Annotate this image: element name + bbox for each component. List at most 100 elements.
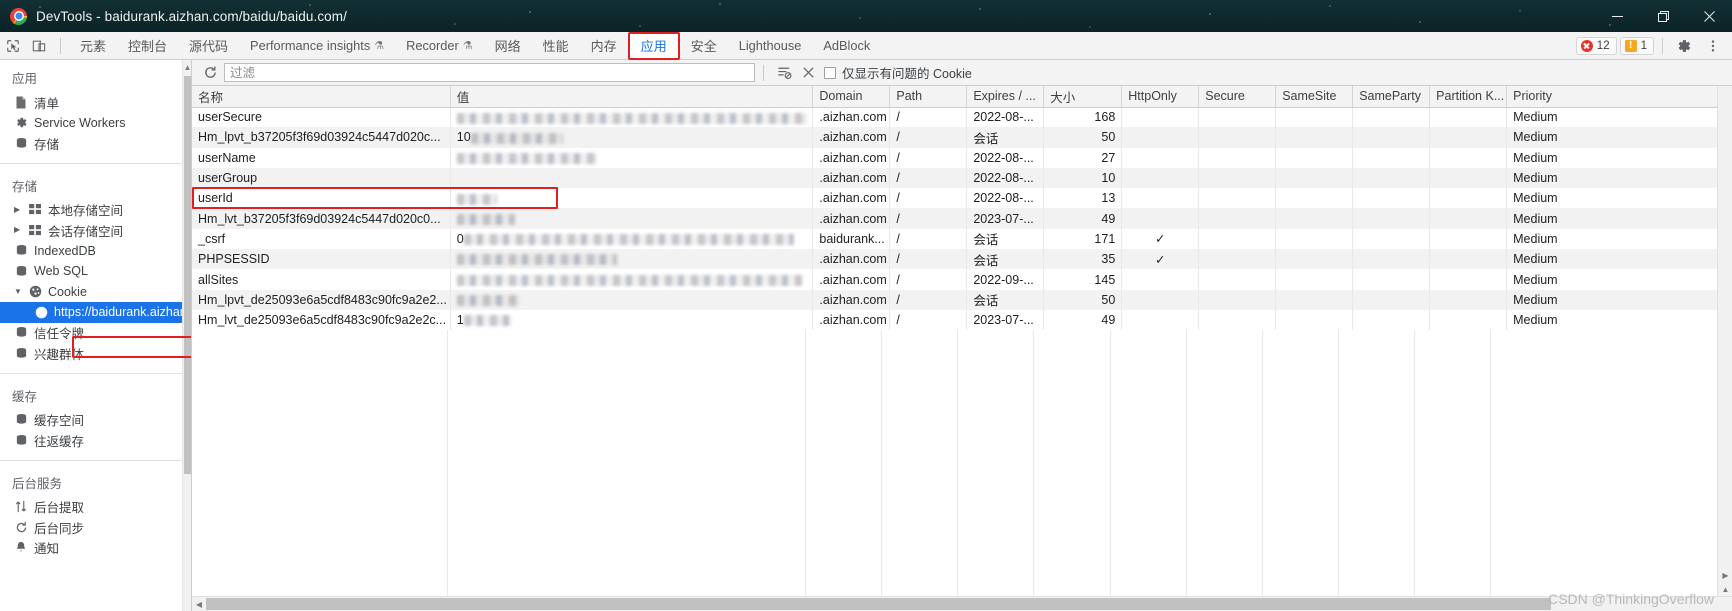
cell-expires-label: 2023-07-... xyxy=(973,313,1034,328)
sidebar-item-本地存储空间[interactable]: ▶ 本地存储空间 xyxy=(0,200,191,221)
grid-column-line xyxy=(1033,330,1034,596)
cookies-table-body: userSecure .aizhan.com / 2022-08-... 168 Medi… xyxy=(192,107,1723,331)
tab-应用[interactable]: 应用 xyxy=(627,31,680,60)
column-header-value[interactable]: 值 xyxy=(450,86,814,108)
sidebar-item-清单[interactable]: 清单 xyxy=(0,92,191,113)
cell-samesite xyxy=(1275,208,1354,229)
scroll-up-arrow-icon[interactable]: ▲ xyxy=(183,61,191,74)
clear-filter-icon[interactable] xyxy=(772,62,796,84)
scroll-down-arrow-icon[interactable]: ▲ xyxy=(1718,582,1732,596)
sidebar-item-label: Cookie xyxy=(48,284,87,299)
minimize-button[interactable] xyxy=(1594,0,1640,32)
sidebar-item-web-sql[interactable]: Web SQL xyxy=(0,261,191,282)
sidebar-item-https-baidurank-aizhan[interactable]: https://baidurank.aizhan xyxy=(0,302,191,323)
table-row[interactable]: PHPSESSID .aizhan.com / 会话 35 ✓ Medium xyxy=(192,249,1723,270)
tab-内存[interactable]: 内存 xyxy=(580,33,628,59)
column-header-name[interactable]: 名称 xyxy=(192,86,451,108)
database-icon xyxy=(14,264,28,278)
sidebar-item-label: 缓存空间 xyxy=(34,414,85,429)
column-header-size[interactable]: 大小 xyxy=(1043,86,1123,108)
column-header-domain[interactable]: Domain xyxy=(812,86,891,108)
sidebar-item-兴趣群体[interactable]: 兴趣群体 xyxy=(0,343,191,364)
tab-adblock[interactable]: AdBlock xyxy=(812,33,881,59)
warning-count-badge[interactable]: 1 xyxy=(1619,37,1654,55)
sidebar-item-后台提取[interactable]: 后台提取 xyxy=(0,497,191,518)
sidebar-item-往返缓存[interactable]: 往返缓存 xyxy=(0,430,191,451)
close-x-icon[interactable] xyxy=(796,62,820,84)
column-header-httponly[interactable]: HttpOnly xyxy=(1121,86,1200,108)
table-row[interactable]: userName .aizhan.com / 2022-08-... 27 Medium xyxy=(192,147,1723,168)
refresh-icon[interactable] xyxy=(198,62,222,84)
cell-sameparty xyxy=(1352,289,1431,310)
cookie-icon xyxy=(28,285,42,299)
sidebar-scrollbar-thumb[interactable] xyxy=(184,76,191,474)
table-row[interactable]: allSites .aizhan.com / 2022-09-... 145 Medium xyxy=(192,269,1723,290)
sidebar-item-信任令牌[interactable]: 信任令牌 xyxy=(0,323,191,344)
sidebar-item-label: IndexedDB xyxy=(34,243,96,258)
tab-控制台[interactable]: 控制台 xyxy=(117,33,178,59)
sidebar-item-cookie[interactable]: ▼ Cookie xyxy=(0,282,191,303)
table-row[interactable]: _csrf 0 baidurank... / 会话 171 ✓ Medium xyxy=(192,228,1723,250)
close-button[interactable] xyxy=(1686,0,1732,32)
chevron-right-icon[interactable]: ▶ xyxy=(14,226,22,234)
cell-priority-label: Medium xyxy=(1513,150,1558,165)
tab-performance-insights[interactable]: Performance insights ⚗ xyxy=(239,33,395,59)
column-header-expires[interactable]: Expires / ... xyxy=(966,86,1045,108)
sidebar-item-会话存储空间[interactable]: ▶ 会话存储空间 xyxy=(0,220,191,241)
tab-recorder[interactable]: Recorder ⚗ xyxy=(395,33,484,59)
tab-源代码[interactable]: 源代码 xyxy=(178,33,239,59)
tab-网络[interactable]: 网络 xyxy=(484,33,532,59)
cell-domain: .aizhan.com xyxy=(812,309,891,331)
sidebar-item-缓存空间[interactable]: 缓存空间 xyxy=(0,410,191,431)
table-row[interactable]: Hm_lvt_de25093e6a5cdf8483c90fc9a2e2c... 1… xyxy=(192,309,1723,331)
table-row[interactable]: Hm_lpvt_b37205f3f69d03924c5447d020c... 10… xyxy=(192,127,1723,148)
tab-安全[interactable]: 安全 xyxy=(680,33,728,59)
column-header-partitionkey[interactable]: Partition K... xyxy=(1429,86,1508,108)
vertical-dots-icon[interactable] xyxy=(1700,33,1726,59)
sidebar-scrollbar[interactable]: ▲ xyxy=(182,60,191,611)
search-input[interactable] xyxy=(224,63,755,82)
only-show-problems-checkbox[interactable] xyxy=(824,66,836,79)
tab-lighthouse[interactable]: Lighthouse xyxy=(728,33,813,59)
tab-元素[interactable]: 元素 xyxy=(69,33,117,59)
column-header-path[interactable]: Path xyxy=(889,86,968,108)
only-show-problems-checkbox-wrap[interactable]: 仅显示有问题的 Cookie xyxy=(824,63,972,82)
cell-size: 171 xyxy=(1043,228,1123,250)
gear-icon[interactable] xyxy=(1671,33,1697,59)
column-header-samesite[interactable]: SameSite xyxy=(1275,86,1354,108)
device-toolbar-icon[interactable] xyxy=(26,33,52,59)
scroll-right-arrow-icon[interactable]: ▶ xyxy=(1718,568,1732,582)
cell-name: userId xyxy=(192,188,451,209)
column-header-priority[interactable]: Priority xyxy=(1506,86,1723,108)
sidebar-item-service-workers[interactable]: Service Workers xyxy=(0,113,191,134)
chevron-down-icon[interactable]: ▼ xyxy=(14,287,22,296)
sidebar-item-存储[interactable]: 存储 xyxy=(0,133,191,154)
cell-httponly xyxy=(1121,309,1200,331)
column-header-secure[interactable]: Secure xyxy=(1198,86,1277,108)
horizontal-scrollbar[interactable]: ◀ xyxy=(192,596,1732,611)
sidebar-item-通知[interactable]: 通知 xyxy=(0,538,191,559)
table-row[interactable]: Hm_lvt_b37205f3f69d03924c5447d020c0... .a… xyxy=(192,208,1723,229)
inspect-cursor-icon[interactable] xyxy=(0,33,26,59)
table-row[interactable]: userGroup .aizhan.com / 2022-08-... 10 Medium xyxy=(192,167,1723,189)
column-header-sameparty[interactable]: SameParty xyxy=(1352,86,1431,108)
horizontal-scrollbar-track[interactable] xyxy=(206,597,1732,611)
horizontal-scrollbar-thumb[interactable] xyxy=(206,597,1551,610)
sidebar-item-后台同步[interactable]: 后台同步 xyxy=(0,517,191,538)
scroll-left-arrow-icon[interactable]: ◀ xyxy=(192,597,206,611)
sidebar-group-title: 缓存 xyxy=(12,389,38,404)
table-row[interactable]: Hm_lpvt_de25093e6a5cdf8483c90fc9a2e2....… xyxy=(192,289,1723,310)
cell-priority: Medium xyxy=(1506,269,1723,290)
sidebar-item-indexeddb[interactable]: IndexedDB xyxy=(0,241,191,262)
cell-samesite xyxy=(1275,147,1354,168)
error-count-badge[interactable]: 12 xyxy=(1575,37,1617,55)
table-vertical-scrollbar[interactable]: ▶ ▲ xyxy=(1717,86,1732,596)
cell-sameparty xyxy=(1352,167,1431,189)
table-row[interactable]: userId .aizhan.com / 2022-08-... 13 Medium xyxy=(192,188,1723,209)
chevron-right-icon[interactable]: ▶ xyxy=(14,205,22,214)
column-header-label: Partition K... xyxy=(1436,89,1505,104)
cookies-table-container: 名称 值 Domain Path Expires / ... 大小 HttpOnly Secu… xyxy=(192,86,1732,596)
maximize-button[interactable] xyxy=(1640,0,1686,32)
table-row[interactable]: userSecure .aizhan.com / 2022-08-... 168 Medi… xyxy=(192,107,1723,128)
tab-性能[interactable]: 性能 xyxy=(532,33,580,59)
